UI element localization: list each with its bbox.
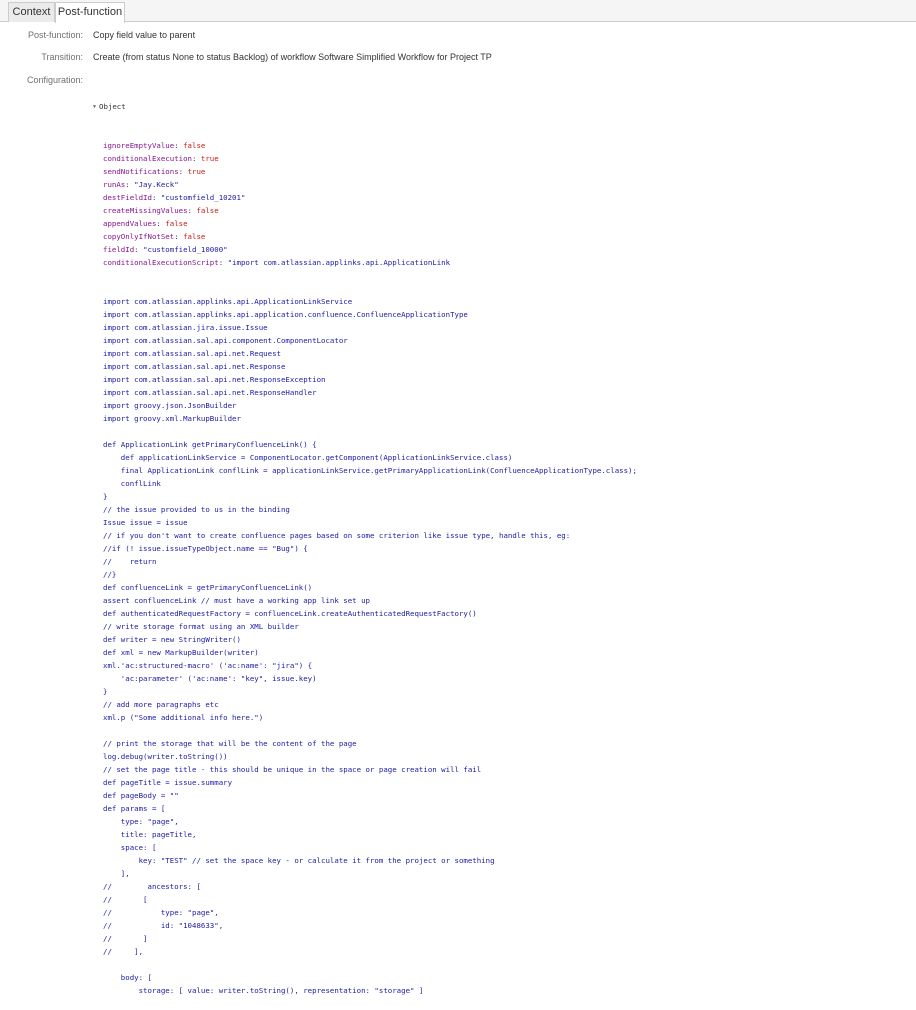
postfunction-label: Post-function:	[27, 30, 83, 40]
code-line: def authenticatedRequestFactory = conflu…	[103, 609, 477, 618]
property-key: appendValues	[103, 219, 157, 228]
property-value: false	[165, 219, 188, 228]
config-property: conditionalExecution: true	[103, 154, 219, 163]
code-line: // ancestors: [	[103, 882, 201, 891]
code-line: space: [	[103, 843, 157, 852]
script-code: import com.atlassian.applinks.api.Applic…	[93, 295, 637, 997]
property-key: conditionalExecution	[103, 154, 192, 163]
code-line: type: "page",	[103, 817, 179, 826]
code-line: //}	[103, 570, 117, 579]
code-line: // if you don't want to create confluenc…	[103, 531, 571, 540]
property-key: copyOnlyIfNotSet	[103, 232, 175, 241]
transition-label: Transition:	[41, 52, 83, 62]
config-properties: ignoreEmptyValue: false conditionalExecut…	[93, 139, 637, 269]
property-key: runAs	[103, 180, 126, 189]
code-line: Issue issue = issue	[103, 518, 188, 527]
code-line: log.debug(writer.toString())	[103, 752, 228, 761]
property-value: true	[200, 154, 219, 163]
tab-context[interactable]: Context	[8, 2, 55, 22]
property-value: false	[183, 232, 206, 241]
tab-bar: Context Post-function	[0, 0, 916, 23]
code-line: }	[103, 492, 108, 501]
code-line: def pageBody = ""	[103, 791, 179, 800]
code-line: def ApplicationLink getPrimaryConfluence…	[103, 440, 317, 449]
code-line: def applicationLinkService = ComponentLo…	[103, 453, 513, 462]
property-value: false	[196, 206, 219, 215]
code-line: // return	[103, 557, 157, 566]
code-line: // type: "page",	[103, 908, 219, 917]
property-key: sendNotifications	[103, 167, 179, 176]
postfunction-value: Copy field value to parent	[93, 30, 196, 40]
code-line: 'ac:parameter' ('ac:name': "key", issue.…	[103, 674, 317, 683]
code-line: def xml = new MarkupBuilder(writer)	[103, 648, 259, 657]
tree-root[interactable]: ▼ Object	[93, 100, 637, 113]
transition-value: Create (from status None to status Backl…	[93, 52, 492, 62]
code-line: conflLink	[103, 479, 161, 488]
code-line: import com.atlassian.applinks.api.applic…	[103, 310, 468, 319]
tab-post-function[interactable]: Post-function	[55, 2, 125, 23]
code-line: import com.atlassian.sal.api.net.Respons…	[103, 362, 286, 371]
code-line: // id: "1048633",	[103, 921, 224, 930]
code-line: xml.p ("Some additional info here.")	[103, 713, 264, 722]
code-line: xml.'ac:structured-macro' ('ac:name': "j…	[103, 661, 313, 670]
config-property: destFieldId: "customfield_10201"	[103, 193, 246, 202]
code-line: def writer = new StringWriter()	[103, 635, 241, 644]
property-value: "Jay.Keck"	[134, 180, 179, 189]
code-line: // the issue provided to us in the bindi…	[103, 505, 290, 514]
code-line: title: pageTitle,	[103, 830, 197, 839]
property-key: createMissingValues	[103, 206, 188, 215]
code-line: import com.atlassian.jira.issue.Issue	[103, 323, 268, 332]
code-line: // [	[103, 895, 148, 904]
code-line: // print the storage that will be the co…	[103, 739, 357, 748]
property-value: "customfield_10000"	[143, 245, 228, 254]
code-line: ],	[103, 869, 130, 878]
config-property: appendValues: false	[103, 219, 188, 228]
code-line: import com.atlassian.applinks.api.Applic…	[103, 297, 353, 306]
config-property: sendNotifications: true	[103, 167, 206, 176]
code-line: // ],	[103, 947, 144, 956]
code-line: }	[103, 687, 108, 696]
configuration-tree: ▼ Object ignoreEmptyValue: false condition…	[93, 74, 637, 1010]
config-property: runAs: "Jay.Keck"	[103, 180, 179, 189]
code-line: final ApplicationLink conflLink = applic…	[103, 466, 637, 475]
code-line: //if (! issue.issueTypeObject.name == "B…	[103, 544, 308, 553]
code-line: import com.atlassian.sal.api.net.Respons…	[103, 375, 326, 384]
code-line: import com.atlassian.sal.api.net.Request	[103, 349, 281, 358]
property-value: "import com.atlassian.applinks.api.Appli…	[227, 258, 451, 267]
code-line: // ]	[103, 934, 148, 943]
config-property: copyOnlyIfNotSet: false	[103, 232, 206, 241]
code-line: import groovy.xml.MarkupBuilder	[103, 414, 241, 423]
tree-root-label: Object	[99, 102, 126, 111]
code-line: import groovy.json.JsonBuilder	[103, 401, 237, 410]
property-key: fieldId	[103, 245, 135, 254]
property-key: conditionalExecutionScript	[103, 258, 219, 267]
configuration-label: Configuration:	[26, 75, 83, 85]
config-property: ignoreEmptyValue: false	[103, 141, 206, 150]
code-line: def confluenceLink = getPrimaryConfluenc…	[103, 583, 313, 592]
property-key: destFieldId	[103, 193, 152, 202]
property-value: true	[187, 167, 206, 176]
code-line: def pageTitle = issue.summary	[103, 778, 233, 787]
config-property: createMissingValues: false	[103, 206, 219, 215]
property-value: false	[183, 141, 206, 150]
code-line: // set the page title - this should be u…	[103, 765, 482, 774]
code-line: body: [	[103, 973, 152, 982]
code-line: import com.atlassian.sal.api.net.Respons…	[103, 388, 317, 397]
config-property: conditionalExecutionScript: "import com.…	[103, 258, 451, 267]
code-line: // write storage format using an XML bui…	[103, 622, 299, 631]
code-line: assert confluenceLink // must have a wor…	[103, 596, 370, 605]
code-line: key: "TEST" // set the space key - or ca…	[103, 856, 495, 865]
code-line: // add more paragraphs etc	[103, 700, 219, 709]
property-key: ignoreEmptyValue	[103, 141, 175, 150]
code-line: import com.atlassian.sal.api.component.C…	[103, 336, 348, 345]
property-value: "customfield_10201"	[160, 193, 246, 202]
code-line: storage: [ value: writer.toString(), rep…	[103, 986, 424, 995]
config-property: fieldId: "customfield_10000"	[103, 245, 228, 254]
code-line: def params = [	[103, 804, 166, 813]
